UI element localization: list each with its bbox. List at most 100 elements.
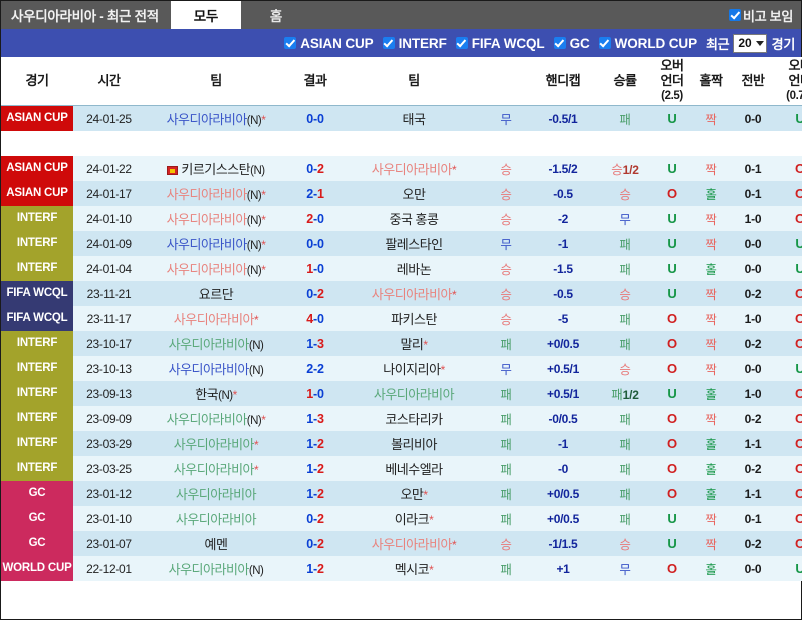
table-row[interactable]: INTERF 23-09-13 한국(N)* 1-0 사우디아라비아 패 +0.5/1 패1/… [1, 381, 802, 406]
win-rate-text: 무 [619, 563, 631, 577]
odd-even: 짝 [693, 406, 729, 431]
home-team[interactable]: 사우디아라비아(N)* [145, 231, 287, 256]
filter-gc[interactable]: GC [553, 35, 590, 51]
home-team[interactable]: 사우디아라비아(N)* [145, 406, 287, 431]
win-rate-fraction: 1/2 [622, 163, 639, 177]
col-header-competition: 경기 [1, 57, 73, 106]
filter-label-gc: GC [569, 35, 590, 51]
remark-toggle[interactable]: 비고 보임 [729, 1, 801, 29]
home-team[interactable]: 사우디아라비아 [145, 506, 287, 531]
away-team[interactable]: 사우디아라비아* [343, 531, 485, 556]
home-team[interactable]: 예멘 [145, 531, 287, 556]
tab-home[interactable]: 홈 [241, 1, 311, 29]
home-team[interactable]: 사우디아라비아* [145, 431, 287, 456]
table-row[interactable]: GC 23-01-12 사우디아라비아 1-2 오만* 패 +0/0.5 패 O 홀 1-1 O [1, 481, 802, 506]
filter-asian-cup[interactable]: ASIAN CUP [284, 36, 374, 51]
home-team[interactable]: 사우디아라비아* [145, 306, 287, 331]
away-team[interactable]: 베네수엘라 [343, 456, 485, 481]
home-team[interactable]: 사우디아라비아(N) [145, 356, 287, 381]
filter-fifa-wcql[interactable]: FIFA WCQL [455, 36, 545, 51]
table-row[interactable]: ASIAN CUP 24-01-22 키르기스스탄(N) 0-2 사우디아라비아* 승 -1… [1, 156, 802, 181]
first-half-text: 0-2 [744, 461, 762, 476]
table-row[interactable]: INTERF 23-09-09 사우디아라비아(N)* 1-3 코스타리카 패 -0/0.5… [1, 406, 802, 431]
table-row[interactable]: INTERF 24-01-10 사우디아라비아(N)* 2-0 중국 홍콩 승 -2 무 U 짝 1… [1, 206, 802, 231]
odd-even-text: 짝 [705, 163, 717, 177]
tab-all[interactable]: 모두 [170, 1, 241, 29]
away-team[interactable]: 나이지리아* [343, 356, 485, 381]
team-name: 태국 [402, 112, 426, 127]
away-team[interactable]: 오만 [343, 181, 485, 206]
table-row[interactable]: INTERF 24-01-09 사우디아라비아(N)* 0-0 팔레스타인 무 -1 패 U 짝 0… [1, 231, 802, 256]
table-row[interactable]: FIFA WCQL 23-11-21 요르단 0-2 사우디아라비아* 승 -0.5 승 U 짝 0… [1, 281, 802, 306]
win-rate: 패 [599, 256, 651, 281]
home-team[interactable]: 사우디아라비아(N)* [145, 206, 287, 231]
home-team[interactable]: 사우디아라비아 [145, 481, 287, 506]
home-team[interactable]: 사우디아라비아* [145, 456, 287, 481]
table-row[interactable]: INTERF 23-03-29 사우디아라비아* 1-2 볼리비아 패 -1 패 O 홀 1-1 O [1, 431, 802, 456]
away-team[interactable]: 오만* [343, 481, 485, 506]
table-row[interactable]: GC 23-01-07 예멘 0-2 사우디아라비아* 승 -1/1.5 승 U 짝 0-2 O [1, 531, 802, 556]
home-team[interactable]: 요르단 [145, 281, 287, 306]
home-team[interactable]: 사우디아라비아(N)* [145, 256, 287, 281]
away-team[interactable]: 태국 [343, 105, 485, 131]
match-result: 승 [485, 531, 527, 556]
home-team[interactable]: 한국(N)* [145, 381, 287, 406]
away-team[interactable]: 파키스탄 [343, 306, 485, 331]
competition-badge: INTERF [16, 237, 58, 250]
table-row[interactable]: ASIAN CUP 24-01-17 사우디아라비아(N)* 2-1 오만 승 -0.5 승 O… [1, 181, 802, 206]
handicap: +0/0.5 [527, 481, 599, 506]
score-home: 0 [306, 286, 314, 301]
home-team[interactable]: 사우디아라비아(N)* [145, 105, 287, 131]
table-row[interactable]: INTERF 23-10-17 사우디아라비아(N) 1-3 말리* 패 +0/0.5 패 O 짝… [1, 331, 802, 356]
match-score: 0-0 [287, 231, 343, 256]
away-team[interactable]: 말리* [343, 331, 485, 356]
result-text: 승 [500, 263, 512, 277]
away-team[interactable]: 사우디아라비아 [343, 381, 485, 406]
games-label: 경기 [771, 36, 796, 52]
checkbox-world-cup[interactable] [598, 37, 611, 49]
table-row[interactable]: WORLD CUP 22-12-01 사우디아라비아(N) 1-2 멕시코* 패 +1 무 O 홀… [1, 556, 802, 581]
away-team[interactable]: 사우디아라비아* [343, 281, 485, 306]
table-row[interactable]: INTERF 24-01-04 사우디아라비아(N)* 1-0 레바논 승 -1.5 패 U 홀 0… [1, 256, 802, 281]
odd-even-text: 홀 [705, 438, 717, 452]
handicap: +1 [527, 556, 599, 581]
home-team[interactable]: 키르기스스탄(N) [145, 156, 287, 181]
handicap-text: +1 [556, 561, 570, 576]
table-row[interactable]: GC 23-01-10 사우디아라비아 0-2 이라크* 패 +0/0.5 패 U 짝 0-1 O [1, 506, 802, 531]
team-name: 사우디아라비아 [175, 487, 257, 502]
checkbox-fifa-wcql[interactable] [455, 37, 468, 49]
result-text: 승 [500, 313, 512, 327]
score-home: 1 [306, 386, 314, 401]
match-date: 24-01-22 [73, 156, 145, 181]
table-row[interactable]: INTERF 23-10-13 사우디아라비아(N) 2-2 나이지리아* 무 +0.5/1… [1, 356, 802, 381]
home-team[interactable]: 사우디아라비아(N) [145, 331, 287, 356]
score-away: 2 [316, 511, 324, 526]
away-team[interactable]: 사우디아라비아* [343, 156, 485, 181]
match-result: 승 [485, 206, 527, 231]
col-header-odd-even: 홀짝 [693, 57, 729, 106]
remark-checkbox[interactable] [729, 9, 742, 21]
home-team[interactable]: 사우디아라비아(N) [145, 556, 287, 581]
filter-world-cup[interactable]: WORLD CUP [598, 36, 697, 51]
score-away: 1 [316, 186, 324, 201]
away-team[interactable]: 중국 홍콩 [343, 206, 485, 231]
away-team[interactable]: 멕시코* [343, 556, 485, 581]
ou075-text: U [795, 261, 802, 276]
checkbox-asian-cup[interactable] [284, 37, 297, 49]
table-row[interactable]: ASIAN CUP 24-01-25 사우디아라비아(N)* 0-0 태국 무 -0.5/1… [1, 105, 802, 131]
first-half-score: 0-0 [729, 231, 777, 256]
ou25-text: O [667, 311, 677, 326]
table-row[interactable]: INTERF 23-03-25 사우디아라비아* 1-2 베네수엘라 패 -0 패 O 홀 0-2 O [1, 456, 802, 481]
table-row[interactable]: FIFA WCQL 23-11-17 사우디아라비아* 4-0 파키스탄 승 -5 패 O 짝 1-… [1, 306, 802, 331]
away-team[interactable]: 코스타리카 [343, 406, 485, 431]
checkbox-interf[interactable] [382, 37, 395, 49]
checkbox-gc[interactable] [553, 37, 566, 49]
odd-even-text: 홀 [705, 488, 717, 502]
home-team[interactable]: 사우디아라비아(N)* [145, 181, 287, 206]
away-team[interactable]: 볼리비아 [343, 431, 485, 456]
away-team[interactable]: 이라크* [343, 506, 485, 531]
away-team[interactable]: 레바논 [343, 256, 485, 281]
away-team[interactable]: 팔레스타인 [343, 231, 485, 256]
filter-interf[interactable]: INTERF [382, 36, 447, 51]
recent-count-select[interactable]: 20 [733, 33, 767, 53]
